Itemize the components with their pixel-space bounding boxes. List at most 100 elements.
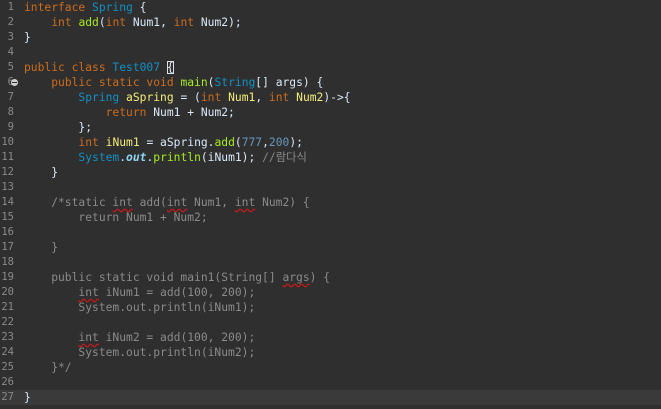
code-token: return Num1 + Num2; bbox=[24, 211, 208, 224]
code-token: int bbox=[112, 196, 133, 209]
code-token: int bbox=[173, 16, 195, 29]
line-number: 8 bbox=[7, 106, 14, 118]
code-line[interactable]: 1 interface Spring { bbox=[0, 0, 661, 15]
code-line[interactable]: 27} bbox=[0, 390, 661, 405]
code-token: ( bbox=[234, 136, 242, 149]
code-line[interactable]: 19 public static void main1(String[] arg… bbox=[0, 270, 661, 285]
fold-collapse-icon[interactable] bbox=[11, 79, 18, 86]
code-line[interactable]: 2 int add(int Num1, int Num2); bbox=[0, 15, 661, 30]
code-line[interactable]: 25 }*/ bbox=[0, 360, 661, 375]
code-token: System.out.println(iNum2); bbox=[24, 346, 256, 359]
code-line[interactable]: 7 Spring aSpring = (int Num1, int Num2)-… bbox=[0, 90, 661, 105]
code-token: , bbox=[255, 91, 269, 104]
code-line[interactable]: 22 bbox=[0, 315, 661, 330]
code-token: 200 bbox=[268, 136, 290, 149]
code-token: Test007 bbox=[112, 61, 161, 74]
code-token: add( bbox=[132, 196, 167, 209]
code-text: int iNum1 = aSpring.add(777,200); bbox=[24, 135, 303, 150]
code-line[interactable]: 6 public static void main(String[] args)… bbox=[0, 75, 661, 90]
line-number: 2 bbox=[7, 16, 14, 28]
code-line[interactable]: 16 bbox=[0, 225, 661, 240]
code-token: = aSpring. bbox=[139, 136, 215, 149]
code-token: int bbox=[200, 91, 222, 104]
code-token: System.out.println(iNum1); bbox=[24, 301, 256, 314]
code-token: add bbox=[78, 16, 99, 29]
code-token: iNum1 bbox=[105, 136, 140, 149]
code-text: } bbox=[24, 30, 31, 45]
code-line[interactable]: 10 int iNum1 = aSpring.add(777,200); bbox=[0, 135, 661, 150]
code-line[interactable]: 12 } bbox=[0, 165, 661, 180]
code-text: /*static int add(int Num1, int Num2) { bbox=[24, 195, 309, 210]
code-text: System.out.println(iNum1); //람다식 bbox=[24, 150, 306, 165]
code-token: } bbox=[24, 166, 59, 179]
code-line[interactable]: 9 }; bbox=[0, 120, 661, 135]
line-number: 15 bbox=[1, 211, 14, 223]
code-token: ); bbox=[289, 136, 303, 149]
code-token: }; bbox=[24, 121, 93, 134]
code-line[interactable]: 23 int iNum2 = add(100, 200); bbox=[0, 330, 661, 345]
code-text: }; bbox=[24, 120, 92, 135]
code-token: interface bbox=[24, 1, 93, 14]
code-line[interactable]: 3} bbox=[0, 30, 661, 45]
line-number: 19 bbox=[1, 271, 14, 283]
line-number: 23 bbox=[1, 331, 14, 343]
code-text: public class Test007 { bbox=[24, 60, 174, 75]
code-token: /*static bbox=[24, 196, 113, 209]
code-token: Num1, bbox=[187, 196, 235, 209]
code-token: 777 bbox=[241, 136, 263, 149]
code-editor[interactable]: 1 interface Spring {2 int add(int Num1, i… bbox=[0, 0, 661, 409]
code-token: )->{ bbox=[323, 91, 351, 104]
code-token: iNum1 = add(100, 200); bbox=[98, 286, 256, 299]
code-token: int bbox=[166, 196, 188, 209]
code-text: } bbox=[24, 240, 58, 255]
code-line[interactable]: 21 System.out.println(iNum1); bbox=[0, 300, 661, 315]
code-token: { bbox=[132, 1, 147, 14]
code-line[interactable]: 18 bbox=[0, 255, 661, 270]
code-line[interactable]: 8 return Num1 + Num2; bbox=[0, 105, 661, 120]
line-number: 10 bbox=[1, 136, 14, 148]
code-token: int bbox=[268, 91, 290, 104]
line-number: 1 bbox=[7, 1, 14, 13]
code-line[interactable]: 15 return Num1 + Num2; bbox=[0, 210, 661, 225]
code-line[interactable]: 20 int iNum1 = add(100, 200); bbox=[0, 285, 661, 300]
line-number: 13 bbox=[1, 181, 14, 193]
code-line[interactable]: 14 /*static int add(int Num1, int Num2) … bbox=[0, 195, 661, 210]
code-token: int bbox=[78, 136, 99, 149]
code-token: public static void bbox=[51, 76, 181, 89]
code-token: int bbox=[234, 196, 256, 209]
code-token: = ( bbox=[173, 91, 201, 104]
code-token: aSpring bbox=[126, 91, 174, 104]
code-token: int bbox=[78, 331, 99, 344]
code-token: , bbox=[262, 136, 269, 149]
code-line[interactable]: 17 } bbox=[0, 240, 661, 255]
code-token: println bbox=[153, 151, 201, 164]
code-line[interactable]: 13 bbox=[0, 180, 661, 195]
code-line[interactable]: 26 bbox=[0, 375, 661, 390]
code-token: int bbox=[51, 16, 72, 29]
code-line[interactable]: 11 System.out.println(iNum1); //람다식 bbox=[0, 150, 661, 165]
code-text: public static void main1(String[] args) … bbox=[24, 270, 330, 285]
code-text: return Num1 + Num2; bbox=[24, 105, 235, 120]
code-token: Spring bbox=[78, 91, 120, 104]
code-token: int bbox=[105, 16, 127, 29]
code-line[interactable]: 5 public class Test007 { bbox=[0, 60, 661, 75]
code-text: int iNum1 = add(100, 200); bbox=[24, 285, 255, 300]
text-cursor-brace: { bbox=[166, 61, 174, 74]
code-line[interactable]: 24 System.out.println(iNum2); bbox=[0, 345, 661, 360]
line-number: 20 bbox=[1, 286, 14, 298]
code-token: System bbox=[78, 151, 120, 164]
code-line[interactable]: 4 bbox=[0, 45, 661, 60]
code-text: int iNum2 = add(100, 200); bbox=[24, 330, 255, 345]
line-number: 26 bbox=[1, 376, 14, 388]
code-text: Spring aSpring = (int Num1, int Num2)->{ bbox=[24, 90, 351, 105]
code-text: public static void main(String[] args) { bbox=[24, 75, 323, 90]
line-number: 5 bbox=[7, 61, 14, 73]
